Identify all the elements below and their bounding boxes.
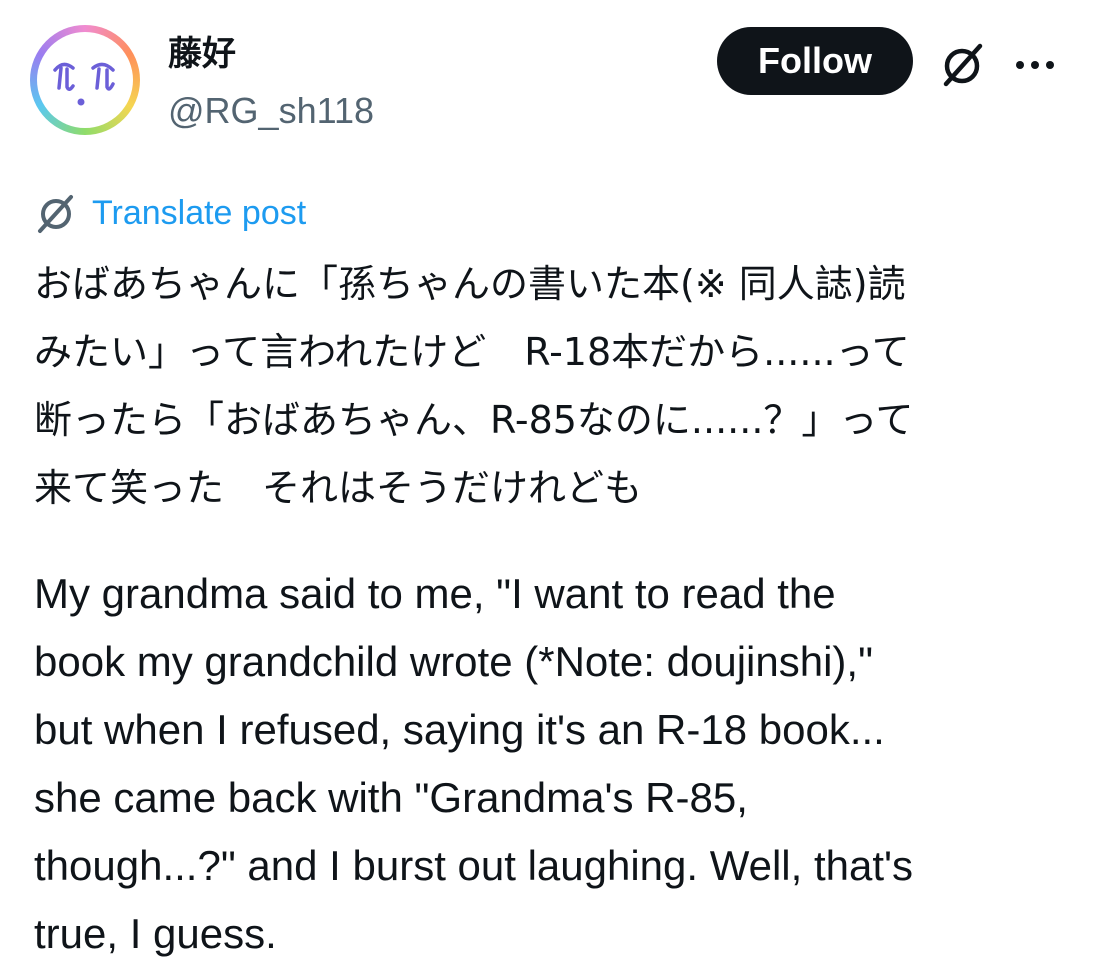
grok-icon[interactable] — [938, 40, 988, 90]
post-header: 藤好 @RG_sh118 Follow — [0, 0, 1112, 160]
translated-text-line: though...?" and I burst out laughing. We… — [34, 842, 914, 889]
translated-text-line: My grandma said to me, "I want to read t… — [34, 570, 836, 617]
translated-text-line: she came back with "Grandma's R-85, — [34, 774, 748, 821]
avatar[interactable] — [30, 25, 140, 135]
translated-text-line: true, I guess. — [34, 910, 277, 957]
post-text-line: 断ったら「おばあちゃん、R-85なのに......？」って — [34, 398, 914, 442]
translated-text-line: but when I refused, saying it's an R-18 … — [34, 706, 885, 753]
user-handle[interactable]: @RG_sh118 — [168, 88, 374, 134]
post-text-line: おばあちゃんに「孫ちゃんの書いた本(※ 同人誌)読 — [34, 262, 906, 306]
grok-icon — [38, 195, 73, 233]
face-avatar-icon — [37, 32, 133, 128]
post-text-english: My grandma said to me, "I want to read t… — [34, 560, 1094, 968]
more-options-icon[interactable] — [1010, 40, 1060, 90]
translate-post-label: Translate post — [92, 193, 307, 232]
post-text-line: 来て笑った それはそうだけれども — [34, 466, 643, 510]
post-text-japanese: おばあちゃんに「孫ちゃんの書いた本(※ 同人誌)読 みたい」って言われたけど R… — [34, 250, 1074, 522]
display-name[interactable]: 藤好 — [168, 32, 236, 76]
post-text-line: みたい」って言われたけど R-18本だから......って — [34, 330, 910, 374]
translate-post-link[interactable]: Translate post — [34, 188, 306, 238]
translated-text-line: book my grandchild wrote (*Note: doujins… — [34, 638, 873, 685]
follow-button[interactable]: Follow — [717, 27, 913, 95]
